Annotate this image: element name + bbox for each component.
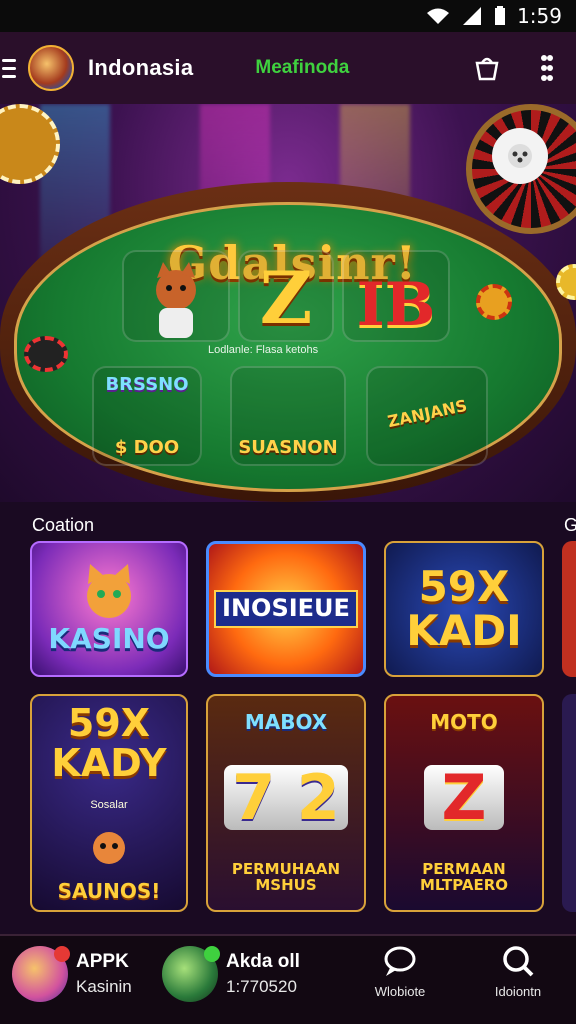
tile-label: ZANJANS xyxy=(385,395,469,431)
nav-button-chat[interactable]: Wlobiote xyxy=(360,944,440,999)
fox-icon xyxy=(156,262,196,338)
tile-label: SUASNON xyxy=(238,437,338,458)
game-card-top: MABOX xyxy=(244,710,328,735)
game-tile[interactable]: Z xyxy=(238,250,334,342)
nav-label: Wlobiote xyxy=(374,984,426,999)
game-card[interactable]: KASINO xyxy=(30,541,188,677)
game-card-title: 59X KADY xyxy=(51,700,167,785)
game-card-subtitle: PERMAAN MLTPAERO xyxy=(419,860,508,895)
avatar[interactable] xyxy=(28,45,74,91)
game-card-subtitle: SAUNOS! xyxy=(57,879,161,904)
roulette-hub-icon xyxy=(492,128,548,184)
wifi-icon xyxy=(427,8,450,24)
game-card-title: Z xyxy=(423,765,505,830)
search-icon xyxy=(503,946,534,977)
felt-caption: Lodlanle: Flasa ketohs xyxy=(208,344,319,356)
signal-icon xyxy=(463,7,482,25)
game-card-title: 7 2 xyxy=(224,765,348,830)
header-subtitle[interactable]: Meafinoda xyxy=(255,57,349,79)
game-card-title: KASINO xyxy=(48,622,170,656)
bottom-item-appk[interactable]: APPK Kasinin xyxy=(12,946,132,1002)
bottom-item-title: Akda oll xyxy=(226,951,300,972)
game-card-title: INOSIEUE xyxy=(214,590,358,628)
fox-icon xyxy=(93,832,125,865)
status-time: 1:59 xyxy=(517,4,562,28)
battery-icon xyxy=(495,6,506,25)
game-tile[interactable]: BRSSNO $ DOO xyxy=(92,366,202,466)
game-card-top: MOTO xyxy=(430,710,498,735)
game-card-title: 59X KADI xyxy=(406,561,522,655)
game-tile[interactable] xyxy=(122,250,230,342)
bottom-item-akda[interactable]: Akda oll 1:770520 xyxy=(162,946,300,1002)
game-card-peek[interactable] xyxy=(562,541,576,677)
game-card-peek[interactable] xyxy=(562,694,576,912)
status-bar: 1:59 xyxy=(0,0,576,32)
tile-top-label: BRSSNO xyxy=(105,374,189,395)
tile-label: $ DOO xyxy=(114,437,180,458)
header-title: Indonasia xyxy=(88,55,194,80)
game-tile[interactable]: SUASNON xyxy=(230,366,346,466)
avatar xyxy=(12,946,70,1002)
game-card[interactable]: 59X KADY Sosalar SAUNOS! xyxy=(30,694,188,912)
section-peek: G xyxy=(564,515,576,535)
hero-banner[interactable]: Gdalsinr! Z IB Lodlanle: Flasa ketohs BR… xyxy=(0,104,576,502)
avatar xyxy=(162,946,220,1002)
bottom-item-sub: Kasinin xyxy=(76,977,132,996)
game-card-mini: Sosalar xyxy=(90,798,128,811)
section-title: Coation xyxy=(32,515,95,535)
game-card[interactable]: MOTO Z PERMAAN MLTPAERO xyxy=(384,694,544,912)
game-card[interactable]: 59X KADI xyxy=(384,541,544,677)
more-vertical-icon[interactable] xyxy=(532,53,562,83)
game-tile[interactable]: ZANJANS xyxy=(366,366,488,466)
game-tile[interactable]: IB xyxy=(342,250,450,342)
bottom-item-sub: 1:770520 xyxy=(226,977,297,996)
cart-icon[interactable] xyxy=(472,53,502,83)
menu-icon[interactable] xyxy=(0,32,28,104)
tile-label: Z xyxy=(259,255,313,340)
app-header: Indonasia Meafinoda xyxy=(0,32,576,104)
game-card[interactable]: INOSIEUE xyxy=(206,541,366,677)
game-card-subtitle: PERMUHAAN MSHUS xyxy=(231,860,341,895)
bottom-item-title: APPK xyxy=(76,951,129,972)
online-badge xyxy=(204,946,220,962)
cat-icon xyxy=(87,564,131,619)
chip-icon xyxy=(24,336,68,372)
game-card[interactable]: MABOX 7 2 PERMUHAAN MSHUS xyxy=(206,694,366,912)
nav-button-search[interactable]: Idoiontn xyxy=(478,944,558,999)
tile-label: IB xyxy=(356,270,436,340)
chip-icon xyxy=(476,284,512,320)
chat-bubble-icon xyxy=(384,946,416,976)
notification-badge xyxy=(54,946,70,962)
nav-label: Idoiontn xyxy=(494,984,542,999)
